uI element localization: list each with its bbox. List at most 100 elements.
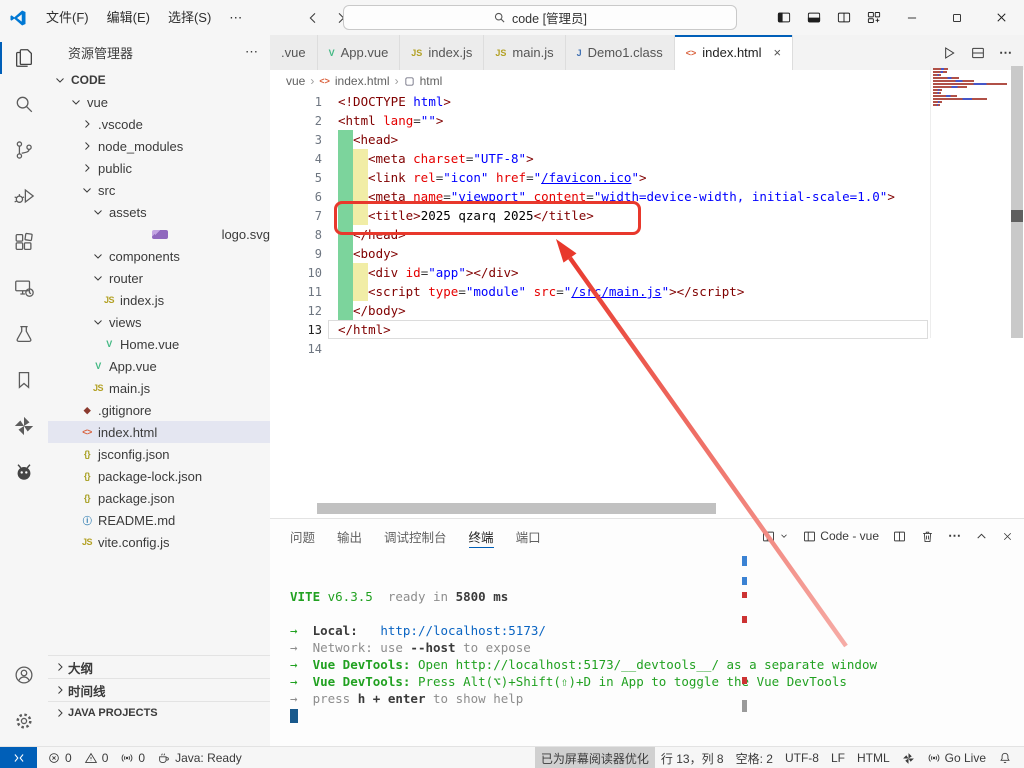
status-pinwheel[interactable] [896,747,921,768]
tree-item-vue[interactable]: vue [48,91,270,113]
run-button[interactable] [941,45,957,61]
tab-main-js[interactable]: JS main.js [484,35,566,70]
tree-item-router[interactable]: router [48,267,270,289]
status-html[interactable]: HTML [851,747,896,768]
menu-[interactable]: ⋯ [220,6,251,30]
activity-pinwheel-extension-icon[interactable] [0,403,48,449]
activity-explorer-icon[interactable] [0,35,48,81]
editor-horizontal-scrollbar[interactable] [317,503,716,514]
activity-search-icon[interactable] [0,81,48,127]
breadcrumb-item[interactable]: index.html [335,74,390,88]
status-error[interactable]: 0 [41,747,78,768]
breadcrumb-item[interactable]: vue [286,74,305,88]
editor-vertical-scrollbar[interactable] [1011,66,1023,338]
code-line-1: 1 <!DOCTYPE html > [270,92,1024,111]
activity-remote-explorer-icon[interactable] [0,265,48,311]
tree-item-.vscode[interactable]: .vscode [48,113,270,135]
tab-App-vue[interactable]: V App.vue [317,35,401,70]
panel-tab-输出[interactable]: 输出 [337,519,362,553]
tree-item-app.vue[interactable]: V App.vue [48,355,270,377]
code-editor[interactable]: 1 <!DOCTYPE html >2 <html lang = "" >3 <head> 4 <… [270,92,1024,358]
maximize-panel-icon[interactable] [975,530,988,543]
status-java[interactable]: Java: Ready [151,747,248,768]
terminal-output[interactable]: VITE v6.3.5 ready in 5800 ms → Local: ht… [290,571,877,724]
split-editor-button[interactable] [970,45,986,61]
activity-settings-icon[interactable] [0,698,48,744]
sidebar-section-时间线[interactable]: 时间线 [48,678,270,701]
toggle-panel-icon[interactable] [799,0,829,35]
activity-source-control-icon[interactable] [0,127,48,173]
activity-extensions-icon[interactable] [0,219,48,265]
minimap[interactable] [930,66,1011,338]
activity-account-icon[interactable] [0,652,48,698]
status-bell[interactable] [992,747,1018,768]
tree-item-vite.config.js[interactable]: JS vite.config.js [48,531,270,553]
status-lf[interactable]: LF [825,747,851,768]
tree-item-code[interactable]: CODE [48,69,270,91]
close-panel-icon[interactable] [1001,530,1014,543]
minimize-button[interactable] [889,0,934,35]
tree-item-jsconfig.json[interactable]: {} jsconfig.json [48,443,270,465]
status--[interactable]: 已为屏幕阅读器优化 [534,747,655,768]
toggle-sidebar-icon[interactable] [769,0,799,35]
menu-E[interactable]: 编辑(E) [98,6,159,30]
tree-item-node_modules[interactable]: node_modules [48,135,270,157]
tree-item-logo.svg[interactable]: logo.svg [48,223,270,245]
code-token: <head> [353,132,399,147]
split-editor-icon[interactable] [829,0,859,35]
close-tab-icon[interactable]: × [774,45,782,60]
maximize-button[interactable] [934,0,979,35]
command-center[interactable]: code [管理员] [343,5,737,30]
more-actions-icon[interactable]: ⋯ [999,45,1012,61]
tree-item-package-lock.json[interactable]: {} package-lock.json [48,465,270,487]
tree-item-public[interactable]: public [48,157,270,179]
tree-item-main.js[interactable]: JS main.js [48,377,270,399]
breadcrumb[interactable]: vue › <> index.html › html [270,70,1024,92]
customize-layout-icon[interactable] [859,0,889,35]
panel-more-icon[interactable]: ⋯ [948,528,962,544]
tab-Demo1-class[interactable]: J Demo1.class [565,35,675,70]
kill-terminal-icon[interactable] [920,529,935,544]
panel-tab-调试控制台[interactable]: 调试控制台 [384,519,447,553]
status-warning[interactable]: 0 [78,747,115,768]
sidebar-section-大纲[interactable]: 大纲 [48,655,270,678]
activity-testing-icon[interactable] [0,311,48,357]
tree-item-.gitignore[interactable]: ◆ .gitignore [48,399,270,421]
tab-index-js[interactable]: JS index.js [400,35,485,70]
tree-item-views[interactable]: views [48,311,270,333]
status-ports[interactable]: 0 [114,747,151,768]
tree-item-assets[interactable]: assets [48,201,270,223]
tree-item-readme.md[interactable]: ⓘ README.md [48,509,270,531]
tree-item-index.js[interactable]: JS index.js [48,289,270,311]
terminal-launch-icon[interactable] [761,529,789,544]
menu-F[interactable]: 文件(F) [37,6,98,30]
menu-S[interactable]: 选择(S) [159,6,220,30]
breadcrumb-item[interactable]: html [420,74,443,88]
activity-bee-extension-icon[interactable] [0,449,48,495]
back-icon[interactable] [305,10,321,26]
close-window-button[interactable] [979,0,1024,35]
tree-item-package.json[interactable]: {} package.json [48,487,270,509]
panel-tab-端口[interactable]: 端口 [516,519,541,553]
sidebar-section-java projects[interactable]: JAVA PROJECTS [48,701,270,724]
status-broadcast[interactable]: Go Live [921,747,992,768]
terminal-text: to expose [455,640,531,655]
tab--vue[interactable]: .vue [270,35,318,70]
panel-tab-终端[interactable]: 终端 [468,519,494,553]
terminal-instance[interactable]: Code - vue [802,529,879,544]
panel-tab-问题[interactable]: 问题 [290,519,315,553]
activity-bookmarks-icon[interactable] [0,357,48,403]
tree-item-home.vue[interactable]: V Home.vue [48,333,270,355]
status-utf-8[interactable]: UTF-8 [779,747,825,768]
split-terminal-icon[interactable] [892,529,907,544]
tree-item-components[interactable]: components [48,245,270,267]
minimap-line [933,101,942,103]
status--2[interactable]: 空格: 2 [730,747,779,768]
sidebar-more-icon[interactable]: ⋯ [245,44,258,60]
tree-item-index.html[interactable]: <> index.html [48,421,270,443]
remote-indicator[interactable] [0,747,37,768]
tab-index-html[interactable]: <> index.html × [674,35,794,70]
tree-item-src[interactable]: src [48,179,270,201]
status--13-8[interactable]: 行 13，列 8 [655,747,730,768]
activity-run-debug-icon[interactable] [0,173,48,219]
